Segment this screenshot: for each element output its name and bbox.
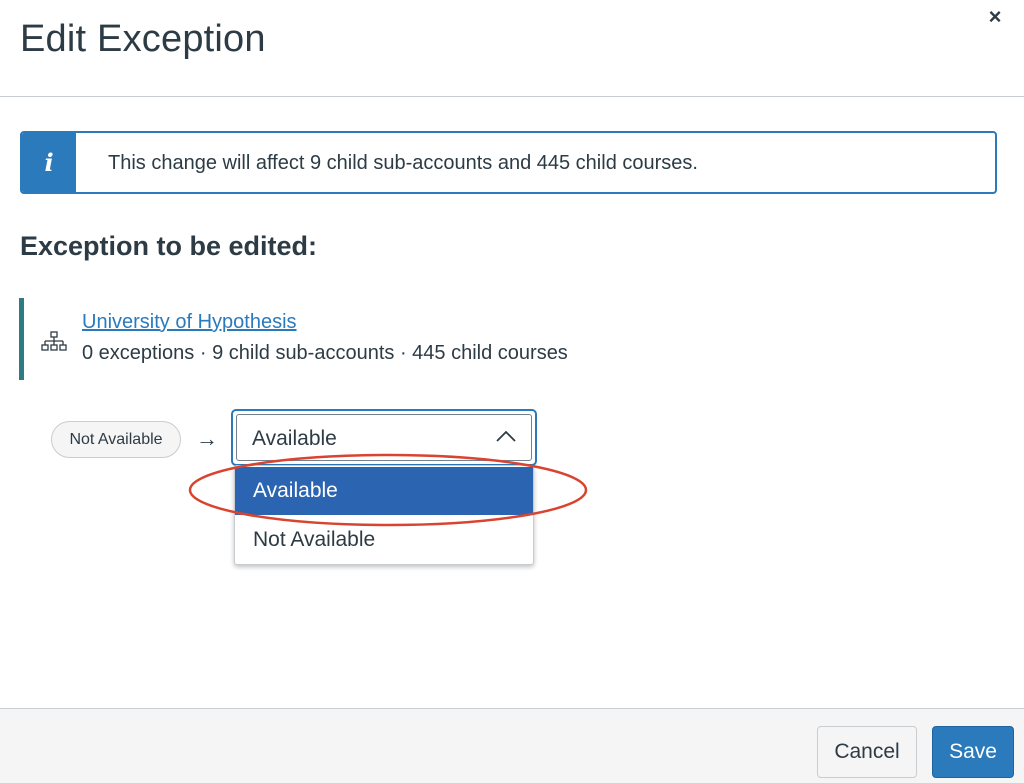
save-button[interactable]: Save — [932, 726, 1014, 778]
info-icon-glyph: i — [44, 148, 54, 177]
current-status-pill: Not Available — [51, 421, 181, 458]
select-value: Available — [252, 427, 337, 450]
alert-message: This change will affect 9 child sub-acco… — [108, 152, 698, 174]
dialog-header: Edit Exception × — [0, 0, 1024, 97]
select-options-menu: Available Not Available — [234, 465, 534, 565]
section-heading: Exception to be edited: — [20, 231, 318, 261]
info-icon: i — [22, 133, 76, 192]
hierarchy-icon — [41, 331, 67, 351]
chevron-up-icon — [496, 430, 516, 442]
dialog-title: Edit Exception — [20, 18, 266, 60]
dialog-footer: Cancel Save — [0, 708, 1024, 783]
arrow-right-icon: → — [196, 426, 218, 451]
status-select[interactable]: Available — [231, 409, 537, 466]
account-card: University of Hypothesis 0 exceptions · … — [19, 298, 639, 380]
option-available[interactable]: Available — [235, 467, 533, 515]
cancel-button[interactable]: Cancel — [817, 726, 917, 778]
info-alert: i This change will affect 9 child sub-ac… — [20, 131, 997, 194]
account-meta: 0 exceptions · 9 child sub-accounts · 44… — [82, 342, 568, 364]
option-not-available[interactable]: Not Available — [235, 517, 533, 565]
close-icon[interactable]: × — [982, 4, 1008, 30]
account-link[interactable]: University of Hypothesis — [82, 311, 297, 334]
